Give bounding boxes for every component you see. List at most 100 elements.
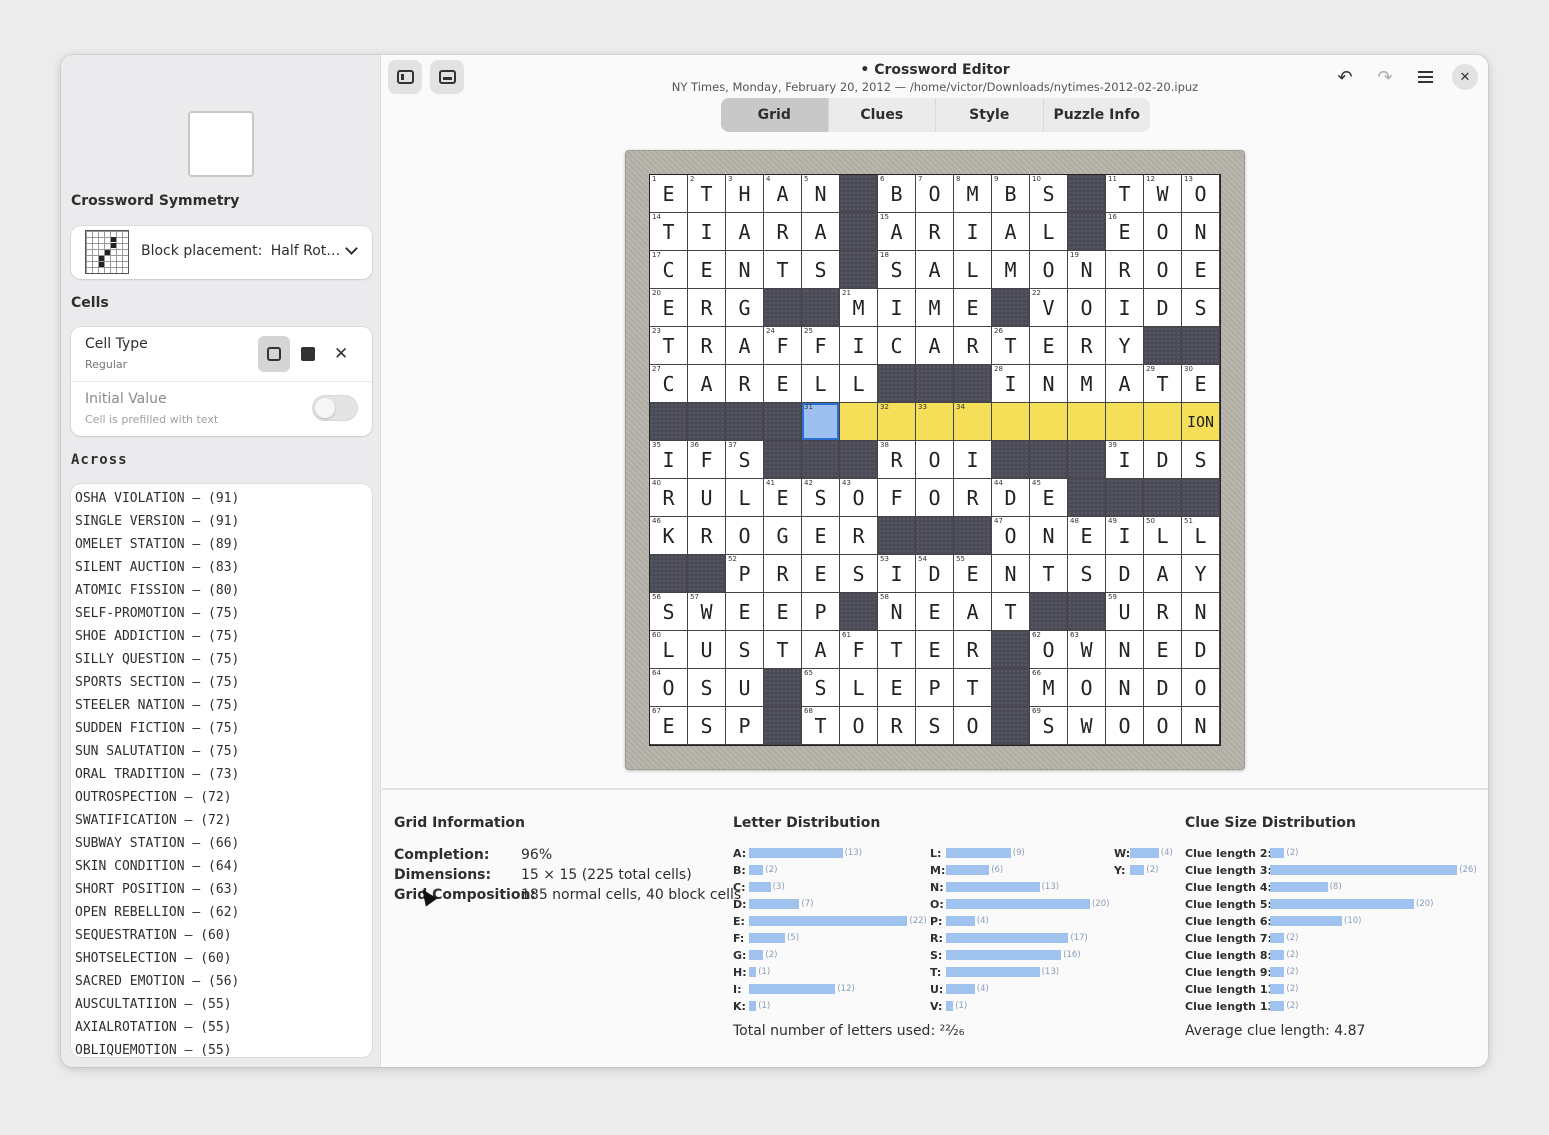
grid-cell[interactable]: 61 F [840, 631, 878, 669]
across-list-item[interactable]: STEELER NATION – (75) [71, 694, 372, 717]
grid-cell[interactable]: 19 N [1068, 251, 1106, 289]
grid-cell[interactable]: O [840, 707, 878, 745]
grid-cell[interactable]: M [1068, 365, 1106, 403]
grid-block-cell[interactable] [878, 365, 916, 403]
grid-cell[interactable]: R [688, 517, 726, 555]
grid-cell[interactable]: 5N [802, 175, 840, 213]
grid-cell[interactable]: 33 [916, 403, 954, 441]
grid-cell[interactable]: A [916, 251, 954, 289]
grid-block-cell[interactable] [1144, 327, 1182, 365]
grid-cell[interactable]: O [1144, 251, 1182, 289]
grid-cell[interactable]: R [764, 555, 802, 593]
grid-cell[interactable]: 27 C [650, 365, 688, 403]
grid-cell[interactable]: T [878, 631, 916, 669]
across-list-item[interactable]: SHOTSELECTION – (60) [71, 947, 372, 970]
across-list-item[interactable]: SELF-PROMOTION – (75) [71, 602, 372, 625]
grid-block-cell[interactable] [1030, 593, 1068, 631]
grid-cell[interactable]: A [954, 593, 992, 631]
grid-cell[interactable]: I [954, 213, 992, 251]
grid-cell[interactable]: 58 N [878, 593, 916, 631]
grid-cell[interactable]: I [688, 213, 726, 251]
grid-cell[interactable]: N [1182, 593, 1220, 631]
grid-cell[interactable]: 8M [954, 175, 992, 213]
grid-cell[interactable]: P [726, 707, 764, 745]
grid-block-cell[interactable] [726, 403, 764, 441]
grid-cell[interactable]: O [1030, 251, 1068, 289]
grid-cell[interactable]: S [726, 631, 764, 669]
grid-cell[interactable]: 67 E [650, 707, 688, 745]
grid-cell[interactable]: T [764, 631, 802, 669]
grid-cell[interactable]: 53 I [878, 555, 916, 593]
across-list-item[interactable]: OPEN REBELLION – (62) [71, 901, 372, 924]
grid-block-cell[interactable] [992, 631, 1030, 669]
grid-cell[interactable]: 41 E [764, 479, 802, 517]
grid-cell[interactable]: D [1144, 441, 1182, 479]
grid-block-cell[interactable] [802, 441, 840, 479]
across-list-item[interactable]: SHORT POSITION – (63) [71, 878, 372, 901]
grid-cell[interactable]: E [1144, 631, 1182, 669]
grid-cell[interactable]: O [916, 441, 954, 479]
grid-block-cell[interactable] [1030, 441, 1068, 479]
grid-cell[interactable]: 49 I [1106, 517, 1144, 555]
grid-cell[interactable]: A [916, 327, 954, 365]
grid-cell[interactable]: A [726, 327, 764, 365]
grid-cell[interactable]: T [764, 251, 802, 289]
grid-cell[interactable]: 57 W [688, 593, 726, 631]
grid-cell[interactable]: 35 I [650, 441, 688, 479]
tab-puzzle-info[interactable]: Puzzle Info [1044, 98, 1151, 132]
grid-cell[interactable]: F [878, 479, 916, 517]
grid-cell[interactable]: 14 T [650, 213, 688, 251]
grid-cell[interactable]: O [1068, 289, 1106, 327]
grid-cell[interactable]: 40 R [650, 479, 688, 517]
grid-block-cell[interactable] [650, 403, 688, 441]
grid-cell[interactable]: A [1106, 365, 1144, 403]
across-list-item[interactable]: OBLIQUEMOTION – (55) [71, 1039, 372, 1057]
grid-cell[interactable]: 10 S [1030, 175, 1068, 213]
tab-clues[interactable]: Clues [829, 98, 936, 132]
grid-cell[interactable]: A [726, 213, 764, 251]
grid-block-cell[interactable] [764, 707, 802, 745]
grid-cell[interactable]: N [1030, 365, 1068, 403]
grid-cell[interactable]: S [688, 669, 726, 707]
grid-cell[interactable]: E [688, 251, 726, 289]
crossword-grid[interactable]: 1 E 2 T 3 H 4 A 5 N 6 B 7 O 8 M 9 B 10 S 11 T 12 W 13 O 14 T I A R A 15 A… [649, 174, 1221, 746]
grid-block-cell[interactable] [954, 365, 992, 403]
grid-cell[interactable]: E [802, 517, 840, 555]
grid-cell[interactable]: E [764, 593, 802, 631]
grid-cell[interactable]: 28 I [992, 365, 1030, 403]
grid-cell[interactable]: 29 T [1144, 365, 1182, 403]
grid-block-cell[interactable] [802, 289, 840, 327]
grid-cell[interactable]: E [1030, 327, 1068, 365]
across-list-item[interactable]: SUDDEN FICTION – (75) [71, 717, 372, 740]
across-list-item[interactable]: SHOE ADDICTION – (75) [71, 625, 372, 648]
grid-cell[interactable]: D [1106, 555, 1144, 593]
across-list-item[interactable]: SPORTS SECTION – (75) [71, 671, 372, 694]
grid-block-cell[interactable] [1068, 175, 1106, 213]
grid-cell[interactable]: 52 P [726, 555, 764, 593]
grid-cell[interactable]: 62 O [1030, 631, 1068, 669]
across-list-item[interactable]: SILENT AUCTION – (83) [71, 556, 372, 579]
grid-block-cell[interactable] [1068, 213, 1106, 251]
grid-cell[interactable]: 64 O [650, 669, 688, 707]
across-list-item[interactable]: OUTROSPECTION – (72) [71, 786, 372, 809]
grid-cell[interactable]: 4A [764, 175, 802, 213]
grid-cell[interactable]: A [992, 213, 1030, 251]
grid-cell-selected[interactable]: 31 [802, 403, 840, 441]
undo-button[interactable]: ↶ [1328, 60, 1362, 94]
grid-cell[interactable]: 13 O [1182, 175, 1220, 213]
grid-block-cell[interactable] [1106, 479, 1144, 517]
grid-cell[interactable]: R [764, 213, 802, 251]
grid-cell[interactable]: N [1106, 631, 1144, 669]
grid-cell[interactable]: M [916, 289, 954, 327]
grid-cell[interactable]: 3H [726, 175, 764, 213]
across-list-item[interactable]: AUSCULTATIION – (55) [71, 993, 372, 1016]
across-list-item[interactable]: ATOMIC FISSION – (80) [71, 579, 372, 602]
grid-cell[interactable]: O [916, 479, 954, 517]
initial-value-toggle[interactable] [312, 395, 358, 421]
grid-block-cell[interactable] [992, 669, 1030, 707]
grid-cell[interactable]: T [954, 669, 992, 707]
across-list-item[interactable]: AXIALROTATION – (55) [71, 1016, 372, 1039]
grid-cell[interactable]: 11 T [1106, 175, 1144, 213]
grid-cell[interactable]: S [916, 707, 954, 745]
grid-cell[interactable]: 25 F [802, 327, 840, 365]
